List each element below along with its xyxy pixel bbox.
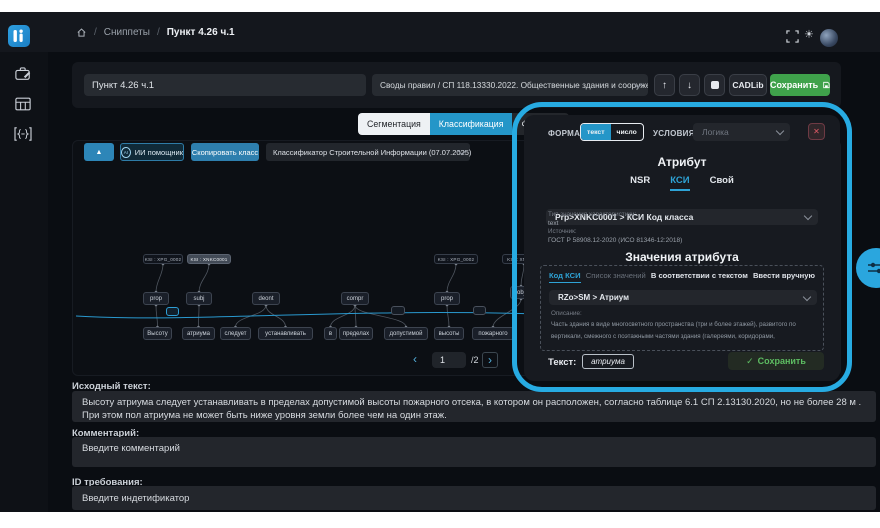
values-box: Код КСИ Список значений В соответствии с т… — [540, 265, 824, 351]
graph-node-k2[interactable]: KSI : XNKC0001 — [187, 254, 231, 264]
sidebar — [0, 52, 48, 512]
value-tab-2[interactable]: Список значений — [586, 271, 646, 283]
prev-page-icon[interactable]: ‹ — [413, 353, 417, 365]
table-icon[interactable] — [14, 96, 32, 117]
comment-input[interactable]: Введите комментарий — [72, 437, 876, 467]
download-button[interactable]: ↓ — [679, 74, 700, 96]
page-total: /2 — [471, 355, 479, 365]
snippets-edit-icon[interactable] — [14, 66, 32, 87]
attribute-tabs: NSR КСИ Свой — [524, 175, 840, 191]
check-icon: ✓ — [746, 356, 754, 367]
close-panel-button[interactable]: ✕ — [808, 123, 825, 140]
chevron-down-icon — [804, 212, 812, 220]
breadcrumb-item-snippets[interactable]: Сниппеты — [104, 27, 150, 38]
format-option-текст[interactable]: текст — [581, 124, 611, 140]
graph-node-w1[interactable]: Высоту — [143, 327, 172, 340]
panel-save-label: Сохранить — [758, 356, 806, 366]
graph-node-m4[interactable]: compr — [341, 292, 369, 305]
attribute-values-heading: Значения атрибута — [524, 250, 840, 264]
graph-node-w6[interactable]: пределах — [339, 327, 373, 340]
attribute-info: Тип значения характеристики: text Источн… — [548, 211, 682, 245]
sliders-icon — [867, 261, 880, 275]
document-select-value: Своды правил / СП 118.13330.2022. Общест… — [380, 80, 648, 90]
attr-tab-КСИ[interactable]: КСИ — [670, 175, 689, 191]
breadcrumb-item-current: Пункт 4.26 ч.1 — [167, 27, 235, 38]
code-brackets-icon[interactable] — [13, 126, 33, 147]
attribute-heading: Атрибут — [524, 155, 840, 169]
value-select-value: RZo>SM > Атриум — [558, 293, 629, 302]
attr-tab-Свой[interactable]: Свой — [710, 175, 734, 191]
tab-1[interactable]: Сегментация — [358, 113, 430, 135]
theme-sun-icon[interactable]: ☀ — [804, 28, 814, 41]
value-type: text — [548, 220, 682, 229]
floppy-icon — [823, 81, 830, 89]
logo-glyph — [8, 25, 30, 47]
graph-node-w9[interactable]: пожарного — [472, 327, 514, 340]
graph-node-w5[interactable]: в — [324, 327, 337, 340]
value-tab-1[interactable]: Код КСИ — [549, 271, 581, 283]
graph-node-w4[interactable]: устанавливать — [258, 327, 313, 340]
next-page-button[interactable]: › — [482, 352, 498, 368]
fullscreen-icon[interactable] — [786, 30, 799, 48]
value-type-label: Тип значения характеристики: — [548, 211, 682, 220]
graph-node-m1[interactable]: prop — [143, 292, 169, 305]
graph-node-k1[interactable]: KSI : XPG_0002 — [143, 254, 183, 264]
format-option-число[interactable]: число — [611, 124, 643, 140]
tab-2[interactable]: Классификация — [430, 113, 513, 135]
graph-node-c3[interactable] — [473, 306, 486, 315]
chevron-down-icon — [776, 127, 784, 135]
graph-node-w3[interactable]: следует — [220, 327, 251, 340]
format-toggle: текстчисло — [580, 123, 644, 141]
download-icon: ↓ — [687, 80, 692, 91]
avatar[interactable] — [820, 29, 838, 47]
graph-node-w7[interactable]: допустимой — [384, 327, 428, 340]
graph-node-w8[interactable]: высоты — [434, 327, 464, 340]
graph-node-m5[interactable]: prop — [434, 292, 460, 305]
graph-node-c1[interactable] — [166, 307, 179, 316]
attribute-panel: ФОРМАТ: текстчисло УСЛОВИЯ: Логика ✕ Атр… — [524, 115, 840, 381]
save-button-label: Сохранить — [770, 80, 818, 90]
cadlib-button[interactable]: CADLib — [729, 74, 767, 96]
description-text: Часть здания в виде многосветного простр… — [551, 321, 796, 341]
upload-icon: ↑ — [662, 80, 667, 91]
value-select[interactable]: RZo>SM > Атриум — [549, 290, 817, 305]
requirement-id-input[interactable]: Введите индетификатор — [72, 486, 876, 510]
attr-tab-NSR[interactable]: NSR — [630, 175, 650, 191]
text-label: Текст: — [548, 357, 576, 368]
graph-node-c2[interactable] — [391, 306, 405, 315]
graph-node-m2[interactable]: subj — [186, 292, 212, 305]
next-page-icon: › — [488, 354, 492, 366]
source-label: Источник: — [548, 228, 682, 237]
chevron-down-icon — [803, 292, 811, 300]
source-value: ГОСТ Р 58908.12-2020 (ИСО 81346-12:2018) — [548, 237, 682, 246]
graph-node-k3[interactable]: KSI : XPG_0002 — [434, 254, 478, 264]
graph-node-w2[interactable]: атриума — [182, 327, 215, 340]
source-text-box: Высоту атриума следует устанавливать в п… — [72, 391, 876, 422]
text-value-box[interactable]: атриума — [582, 354, 634, 369]
graph-node-m3[interactable]: deont — [252, 292, 280, 305]
snippet-name-input[interactable]: Пункт 4.26 ч.1 — [84, 74, 366, 96]
document-select[interactable]: Своды правил / СП 118.13330.2022. Общест… — [372, 74, 648, 96]
description-label: Описание: — [551, 310, 815, 318]
close-icon: ✕ — [813, 127, 820, 136]
conditions-label: УСЛОВИЯ: — [653, 129, 698, 138]
panel-save-button[interactable]: ✓ Сохранить — [728, 352, 824, 370]
value-tab-3[interactable]: В соответствии с текстом — [651, 271, 748, 283]
page-input[interactable]: 1 — [432, 352, 466, 368]
app-screen: / Сниппеты / Пункт 4.26 ч.1 ☀ Пункт 4 — [0, 0, 880, 528]
conditions-select-value: Логика — [702, 127, 729, 137]
breadcrumb-separator: / — [157, 27, 160, 38]
conditions-select[interactable]: Логика — [693, 123, 790, 141]
breadcrumb: / Сниппеты / Пункт 4.26 ч.1 — [76, 12, 235, 52]
home-icon[interactable] — [76, 27, 87, 38]
app-logo[interactable] — [8, 25, 30, 47]
save-button[interactable]: Сохранить — [770, 74, 830, 96]
value-tab-4[interactable]: Ввести вручную — [753, 271, 815, 283]
upload-button[interactable]: ↑ — [654, 74, 675, 96]
box-icon — [711, 81, 719, 89]
value-tabs: Код КСИ Список значений В соответствии с т… — [549, 271, 815, 283]
breadcrumb-separator: / — [94, 27, 97, 38]
archive-button[interactable] — [704, 74, 725, 96]
value-description: Описание: Часть здания в виде многосветн… — [551, 310, 815, 341]
